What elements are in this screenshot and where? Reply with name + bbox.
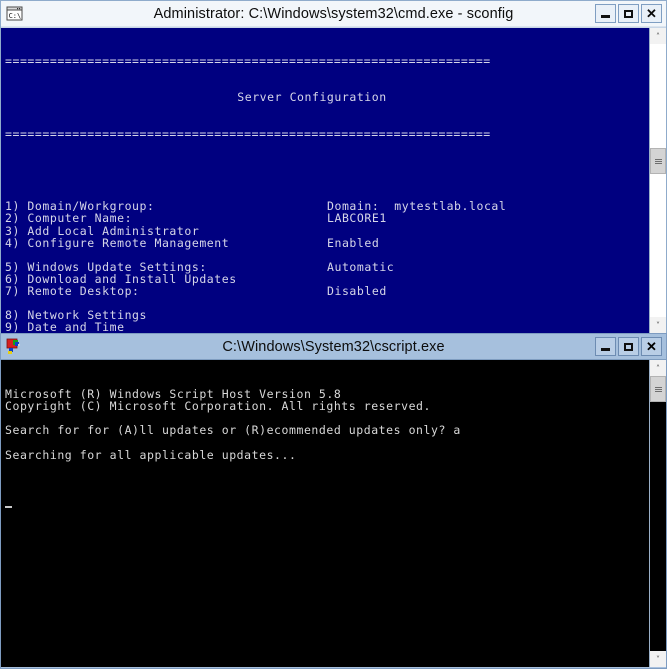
window-cscript[interactable]: C:\Windows\System32\cscript.exe ✕ Micros… xyxy=(0,333,667,669)
sconfig-menu-item[interactable]: 4) Configure Remote Management Enabled xyxy=(5,235,649,250)
sconfig-menu-item[interactable]: 9) Date and Time xyxy=(5,321,649,333)
console-line: Search for for (A)ll updates or (R)ecomm… xyxy=(5,423,461,438)
sconfig-menu-item[interactable]: 3) Add Local Administrator xyxy=(5,223,649,238)
console-line: Copyright (C) Microsoft Corporation. All… xyxy=(5,399,431,414)
menu-item-label: 3) Add Local Administrator xyxy=(5,223,200,238)
window-cmd-sconfig[interactable]: C:\ Administrator: C:\Windows\system32\c… xyxy=(0,0,667,334)
window-controls-cscript[interactable]: ✕ xyxy=(595,337,662,356)
cscript-output-lines: Microsoft (R) Windows Script Host Versio… xyxy=(5,388,649,473)
menu-item-label: 4) Configure Remote Management xyxy=(5,235,230,250)
desktop: C:\ Administrator: C:\Windows\system32\c… xyxy=(0,0,667,669)
scroll-down-arrow-cscript[interactable]: ˅ xyxy=(650,651,666,667)
window-title-cscript: C:\Windows\System32\cscript.exe xyxy=(222,338,445,355)
titlebar-cmd[interactable]: C:\ Administrator: C:\Windows\system32\c… xyxy=(1,1,666,27)
spacer-line xyxy=(5,249,649,261)
menu-item-label xyxy=(5,249,12,261)
wsh-script-icon xyxy=(5,338,25,356)
menu-item-value: Enabled xyxy=(327,235,380,250)
scrollbar-cscript[interactable]: ˄ ˅ xyxy=(649,360,666,667)
minimize-button-cmd[interactable] xyxy=(595,4,616,23)
menu-item-value: Automatic xyxy=(327,259,395,274)
sconfig-menu[interactable]: 1) Domain/Workgroup: Domain: mytestlab.lo… xyxy=(5,200,649,333)
console-body-cmd: ========================================… xyxy=(1,27,666,333)
menu-item-label: 2) Computer Name: xyxy=(5,211,133,226)
menu-item-value: LABCORE1 xyxy=(327,211,387,226)
svg-text:C:\: C:\ xyxy=(9,12,22,20)
scroll-thumb-cscript[interactable] xyxy=(650,376,666,402)
console-line: Searching for all applicable updates... xyxy=(5,447,297,462)
cmd-console-icon: C:\ xyxy=(5,5,25,23)
titlebar-cscript[interactable]: C:\Windows\System32\cscript.exe ✕ xyxy=(1,334,666,360)
rule-bottom: ========================================… xyxy=(5,126,491,141)
scroll-up-arrow-cscript[interactable]: ˄ xyxy=(650,360,666,376)
console-output-cmd[interactable]: ========================================… xyxy=(1,28,649,333)
close-button-cscript[interactable]: ✕ xyxy=(641,337,662,356)
scroll-up-arrow-cmd[interactable]: ˄ xyxy=(650,28,666,44)
rule-top: ========================================… xyxy=(5,54,491,69)
window-controls-cmd[interactable]: ✕ xyxy=(595,4,662,23)
window-title-cmd: Administrator: C:\Windows\system32\cmd.e… xyxy=(153,5,514,22)
menu-item-label: 9) Date and Time xyxy=(5,320,125,333)
menu-item-label: 7) Remote Desktop: xyxy=(5,283,140,298)
menu-item-value: Disabled xyxy=(327,283,387,298)
console-output-cscript[interactable]: Microsoft (R) Windows Script Host Versio… xyxy=(1,360,649,667)
console-body-cscript: Microsoft (R) Windows Script Host Versio… xyxy=(1,360,666,667)
maximize-button-cmd[interactable] xyxy=(618,4,639,23)
minimize-button-cscript[interactable] xyxy=(595,337,616,356)
sconfig-menu-item[interactable]: 2) Computer Name: LABCORE1 xyxy=(5,212,649,224)
close-button-cmd[interactable]: ✕ xyxy=(641,4,662,23)
maximize-button-cscript[interactable] xyxy=(618,337,639,356)
console-heading: Server Configuration xyxy=(237,90,387,105)
scroll-thumb-cmd[interactable] xyxy=(650,148,666,174)
console-cursor xyxy=(5,497,649,509)
scrollbar-cmd[interactable]: ˄ ˅ xyxy=(649,28,666,333)
scroll-down-arrow-cmd[interactable]: ˅ xyxy=(650,317,666,333)
sconfig-menu-item[interactable]: 7) Remote Desktop: Disabled xyxy=(5,285,649,297)
